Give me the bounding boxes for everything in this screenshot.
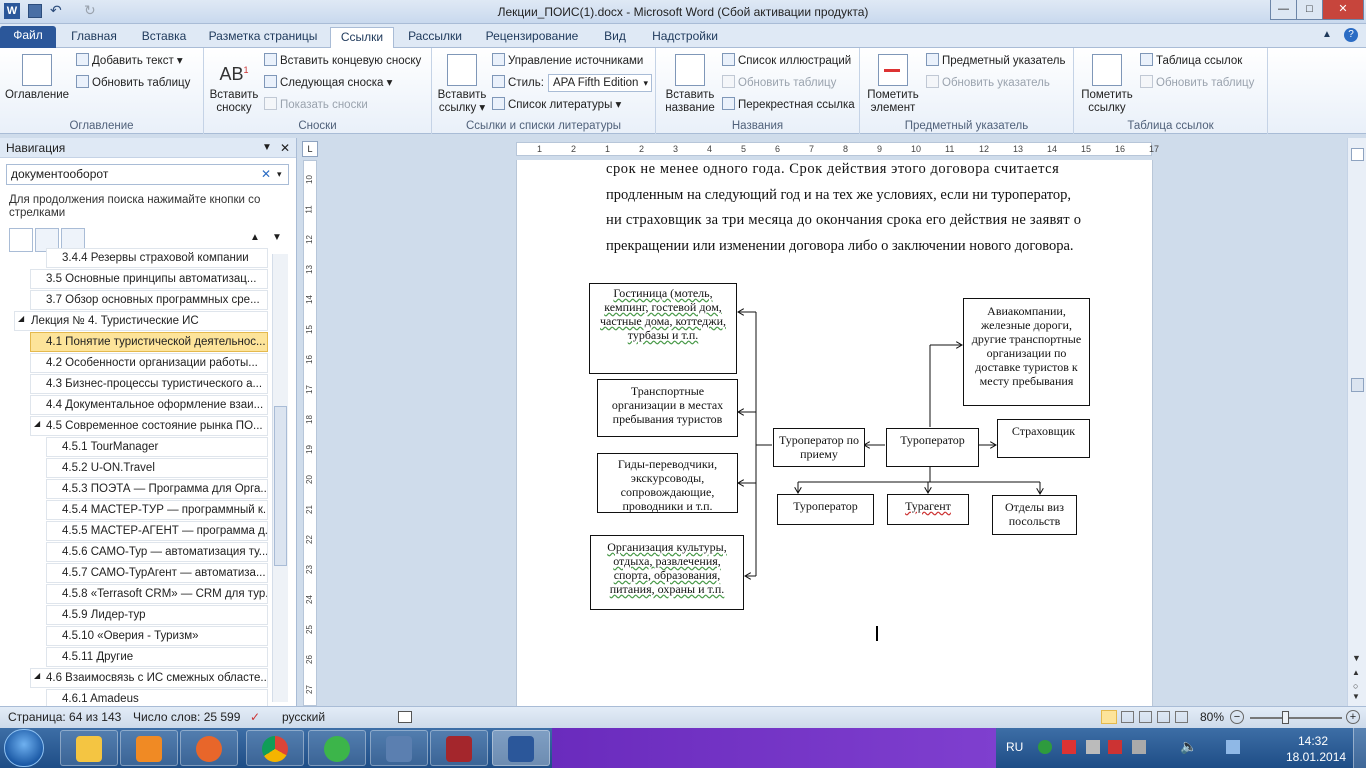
diagram-box-agent: Турагент — [887, 494, 969, 525]
firefox-icon — [196, 736, 222, 762]
tray-icon-3[interactable] — [1086, 740, 1100, 754]
zoom-in-icon[interactable]: + — [1346, 710, 1360, 724]
tray-icon-4[interactable] — [1108, 740, 1122, 754]
taskbar-media-player[interactable] — [120, 730, 178, 766]
next-page-icon[interactable]: ▼ — [1352, 692, 1360, 701]
zoom-slider[interactable] — [1250, 717, 1342, 719]
page-count[interactable]: Страница: 64 из 143 — [8, 707, 121, 728]
taskbar-word[interactable] — [492, 730, 550, 766]
access-icon — [446, 736, 472, 762]
zoom-level[interactable]: 80% — [1200, 707, 1224, 728]
print-layout-icon[interactable] — [1101, 710, 1117, 724]
start-button[interactable] — [4, 729, 44, 767]
clock-time[interactable]: 14:32 — [1298, 734, 1328, 748]
draft-view-icon[interactable] — [1175, 711, 1188, 723]
diagram-box-insurer: Страховщик — [997, 419, 1090, 458]
chrome-icon — [262, 736, 288, 762]
web-layout-icon[interactable] — [1139, 711, 1152, 723]
folder-icon — [76, 736, 102, 762]
at-sign-icon — [324, 736, 350, 762]
input-language[interactable]: RU — [1006, 740, 1023, 754]
taskbar-access[interactable] — [430, 730, 488, 766]
text-cursor — [876, 626, 878, 641]
taskbar-active-strip — [552, 728, 996, 768]
taskbar-chrome[interactable] — [246, 730, 304, 766]
taskbar: RU 🔈 14:32 18.01.2014 — [0, 728, 1366, 768]
taskbar-firefox[interactable] — [180, 730, 238, 766]
media-player-icon — [136, 736, 162, 762]
speaker-icon[interactable]: 🔈 — [1180, 738, 1197, 755]
diagram-box-hotel: Гостиница (мотель, кемпинг, гостевой дом… — [589, 283, 737, 374]
taskbar-explorer[interactable] — [60, 730, 118, 766]
language-status[interactable]: русский — [282, 707, 325, 728]
tray-icon-2[interactable] — [1062, 740, 1076, 754]
diagram-box-visa: Отделы виз посольств — [992, 495, 1077, 535]
status-bar: Страница: 64 из 143 Число слов: 25 599 ✓… — [0, 706, 1366, 728]
taskbar-mail-agent[interactable] — [308, 730, 366, 766]
diagram-box-transport-local: Транспортные организации в местах пребыв… — [597, 379, 738, 437]
virtualbox-icon — [386, 736, 412, 762]
ruler-view-icon[interactable] — [1351, 148, 1364, 161]
proofing-icon[interactable]: ✓ — [250, 707, 260, 728]
tray-icon-1[interactable] — [1038, 740, 1052, 754]
diagram-box-receiving-operator: Туроператор по приему — [773, 428, 865, 467]
diagram-box-operator: Туроператор — [886, 428, 979, 467]
scroll-thumb[interactable] — [1351, 378, 1364, 392]
select-browse-object-icon[interactable]: ○ — [1353, 681, 1358, 691]
diagram-box-guides: Гиды-переводчики, экскурсоводы, сопровож… — [597, 453, 738, 513]
system-tray: RU 🔈 14:32 18.01.2014 — [996, 728, 1366, 768]
show-desktop-button[interactable] — [1353, 728, 1366, 768]
clock-date[interactable]: 18.01.2014 — [1286, 750, 1346, 764]
diagram-box-airlines: Авиакомпании, железные дороги, другие тр… — [963, 298, 1090, 406]
network-icon[interactable] — [1226, 740, 1240, 754]
outline-view-icon[interactable] — [1157, 711, 1170, 723]
word-count[interactable]: Число слов: 25 599 — [133, 707, 240, 728]
taskbar-virtualbox[interactable] — [370, 730, 428, 766]
word-icon — [508, 736, 534, 762]
macro-icon[interactable] — [398, 711, 412, 723]
diagram-box-culture: Организация культуры, отдыха, развлечени… — [590, 535, 744, 610]
reading-layout-icon[interactable] — [1121, 711, 1134, 723]
zoom-slider-thumb[interactable] — [1282, 711, 1289, 724]
document-scrollbar[interactable]: ▼ ▲ ○ ▼ — [1347, 138, 1366, 706]
diagram-box-operator2: Туроператор — [777, 494, 874, 525]
zoom-out-icon[interactable]: − — [1230, 710, 1244, 724]
tray-icon-5[interactable] — [1132, 740, 1146, 754]
scroll-down-arrow[interactable]: ▼ — [1352, 653, 1361, 663]
previous-page-icon[interactable]: ▲ — [1352, 668, 1360, 677]
